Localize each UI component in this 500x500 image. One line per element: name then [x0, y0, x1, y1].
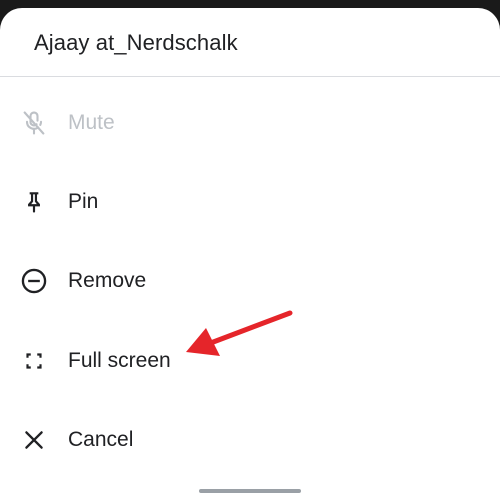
menu-item-cancel[interactable]: Cancel: [0, 410, 500, 470]
menu-item-mute: Mute: [0, 93, 500, 153]
remove-circle-icon: [18, 265, 50, 297]
menu-item-remove[interactable]: Remove: [0, 251, 500, 311]
close-icon: [18, 424, 50, 456]
menu-item-pin-label: Pin: [68, 190, 99, 213]
participant-name-title: Ajaay at_Nerdschalk: [34, 30, 238, 55]
bottom-sheet: Ajaay at_Nerdschalk Mute Pin Remove Full…: [0, 8, 500, 500]
menu-item-remove-label: Remove: [68, 269, 147, 292]
menu-item-mute-label: Mute: [68, 111, 115, 134]
menu-item-full-screen[interactable]: Full screen: [0, 331, 500, 391]
gesture-nav-handle[interactable]: [199, 489, 301, 493]
menu-item-cancel-label: Cancel: [68, 428, 134, 451]
menu-item-pin[interactable]: Pin: [0, 172, 500, 232]
pin-icon: [18, 186, 50, 218]
title-divider: [0, 76, 500, 77]
fullscreen-icon: [18, 345, 50, 377]
mic-off-icon: [18, 107, 50, 139]
menu-item-full-screen-label: Full screen: [68, 349, 171, 372]
